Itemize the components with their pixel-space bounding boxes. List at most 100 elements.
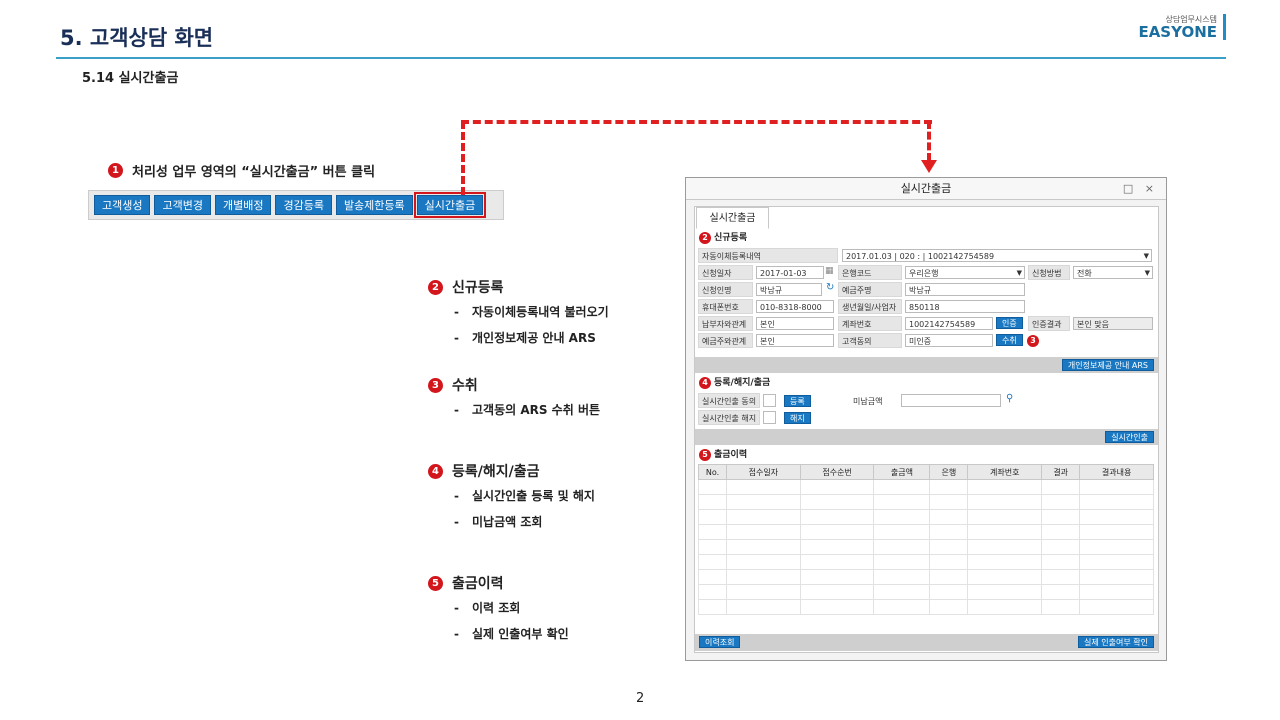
description-title: 등록/해지/출금 — [452, 464, 540, 480]
table-row[interactable] — [698, 524, 1154, 540]
confirm-withdrawal-button[interactable]: 실제 인출여부 확인 — [1078, 636, 1154, 648]
table-row[interactable] — [698, 479, 1154, 495]
action-band: 실시간인출 — [695, 429, 1158, 445]
description-item: 실시간인출 등록 및 해지 — [472, 489, 595, 503]
method-value: 전화 — [1077, 269, 1092, 278]
bank-value: 우리은행 — [909, 269, 939, 278]
connector-line — [461, 120, 932, 124]
description-block: 3 수취 - 고객동의 ARS 수취 버튼 — [428, 375, 600, 427]
step-number-badge: 3 — [1027, 335, 1039, 347]
table-row[interactable] — [698, 554, 1154, 570]
panel-header: 4 등록/해지/출금 — [695, 376, 1158, 390]
panel-header: 5 출금이력 — [695, 448, 1158, 462]
applicant-label: 신청인명 — [698, 282, 753, 297]
bullet-dash: - — [454, 305, 459, 319]
step1-text: 처리성 업무 영역의 “실시간출금” 버튼 클릭 — [132, 165, 376, 180]
auto-transfer-select[interactable]: 2017.01.03 | 020 : | 1002142754589 ▼ — [842, 249, 1152, 262]
unpaid-field[interactable] — [901, 394, 1001, 407]
calendar-icon[interactable]: ▦ — [825, 266, 834, 276]
history-panel: 5 출금이력 No. 접수일자 접수순번 출금액 은행 계좌번호 결과 결과내용 — [695, 448, 1158, 634]
description-block: 5 출금이력 - 이력 조회 - 실제 인출여부 확인 — [428, 573, 569, 651]
column-header[interactable]: 결과내용 — [1079, 464, 1154, 480]
receive-button[interactable]: 수취 — [996, 334, 1023, 346]
bullet-dash: - — [454, 331, 459, 345]
column-header[interactable]: 은행 — [929, 464, 969, 480]
column-header[interactable]: 출금액 — [873, 464, 931, 480]
step-number-badge: 4 — [428, 463, 443, 479]
date-field[interactable]: 2017-01-03 — [756, 266, 824, 279]
panel-title: 등록/해지/출금 — [714, 378, 771, 388]
send-restriction-button[interactable]: 발송제한등록 — [335, 195, 413, 215]
privacy-ars-button[interactable]: 개인정보제공 안내 ARS — [1061, 359, 1154, 371]
description-title: 신규등록 — [452, 280, 504, 296]
agree-checkbox[interactable] — [763, 394, 776, 407]
holder-relation-field[interactable]: 본인 — [756, 334, 834, 347]
description-item: 이력 조회 — [472, 601, 521, 615]
history-query-button[interactable]: 이력조회 — [699, 636, 741, 648]
column-header[interactable]: No. — [698, 464, 727, 480]
table-row[interactable] — [698, 509, 1154, 525]
phone-field[interactable]: 010-8318-8000 — [756, 300, 834, 313]
table-row[interactable] — [698, 539, 1154, 555]
description-item: 실제 인출여부 확인 — [472, 627, 569, 641]
column-header[interactable]: 접수순번 — [799, 464, 875, 480]
holder-field[interactable]: 박남규 — [905, 283, 1025, 296]
cancel-label: 실시간인출 해지 — [698, 410, 760, 425]
section-title: 5.14 실시간출금 — [82, 71, 179, 86]
logo-brand: EASYONE — [1138, 23, 1217, 41]
withdraw-button[interactable]: 실시간인출 — [1105, 431, 1154, 443]
step-number-badge: 5 — [428, 575, 443, 591]
description-item: 미납금액 조회 — [472, 515, 543, 529]
account-field[interactable]: 1002142754589 — [905, 317, 993, 330]
step-number-badge: 3 — [428, 377, 443, 393]
bullet-dash: - — [454, 627, 459, 641]
panel-title: 신규등록 — [714, 233, 748, 243]
date-label: 신청일자 — [698, 265, 753, 280]
auth-result-field: 본인 맞음 — [1073, 317, 1153, 330]
cancel-checkbox[interactable] — [763, 411, 776, 424]
individual-assign-button[interactable]: 개별배정 — [214, 195, 272, 215]
column-header[interactable]: 결과 — [1041, 464, 1081, 480]
birth-field[interactable]: 850118 — [905, 300, 1025, 313]
payer-relation-field[interactable]: 본인 — [756, 317, 834, 330]
column-header[interactable]: 접수일자 — [726, 464, 801, 480]
create-customer-button[interactable]: 고객생성 — [94, 195, 151, 215]
refresh-icon[interactable]: ↻ — [826, 282, 834, 293]
history-table: No. 접수일자 접수순번 출금액 은행 계좌번호 결과 결과내용 — [698, 464, 1154, 615]
holder-relation-label: 예금주와관계 — [698, 333, 753, 348]
description-item: 자동이체등록내역 불러오기 — [472, 305, 609, 319]
table-row[interactable] — [698, 584, 1154, 600]
step-number-badge: 2 — [428, 279, 443, 295]
auth-button[interactable]: 인증 — [996, 317, 1023, 329]
auth-result-label: 인증결과 — [1028, 316, 1070, 331]
connector-line — [927, 121, 931, 161]
window-controls[interactable]: □ × — [1123, 178, 1158, 200]
bullet-dash: - — [454, 601, 459, 615]
chevron-down-icon: ▼ — [1016, 269, 1022, 277]
cancel-button[interactable]: 해지 — [784, 412, 811, 424]
column-header[interactable]: 계좌번호 — [967, 464, 1043, 480]
arrow-down-icon — [921, 160, 937, 173]
consent-label: 고객동의 — [838, 333, 902, 348]
method-label: 신청방법 — [1028, 265, 1070, 280]
search-icon[interactable]: ⚲ — [1006, 393, 1013, 404]
step-number-badge: 1 — [108, 163, 123, 178]
bullet-dash: - — [454, 403, 459, 417]
description-title: 수취 — [452, 378, 478, 394]
method-select[interactable]: 전화 ▼ — [1073, 266, 1153, 279]
table-row[interactable] — [698, 599, 1154, 615]
title-divider — [56, 57, 1226, 59]
reduction-register-button[interactable]: 경감등록 — [275, 195, 332, 215]
tab-realtime-withdrawal[interactable]: 실시간출금 — [696, 207, 769, 229]
bank-select[interactable]: 우리은행 ▼ — [905, 266, 1025, 279]
table-row[interactable] — [698, 494, 1154, 510]
page-title: 5. 고객상담 화면 — [60, 26, 214, 50]
register-button[interactable]: 등록 — [784, 395, 811, 407]
description-title: 출금이력 — [452, 576, 504, 592]
applicant-field[interactable]: 박남규 — [756, 283, 822, 296]
change-customer-button[interactable]: 고객변경 — [154, 195, 211, 215]
table-header-row: No. 접수일자 접수순번 출금액 은행 계좌번호 결과 결과내용 — [698, 464, 1154, 480]
unpaid-label: 미납금액 — [849, 393, 899, 408]
realtime-withdrawal-button[interactable]: 실시간출금 — [413, 192, 487, 218]
table-row[interactable] — [698, 569, 1154, 585]
